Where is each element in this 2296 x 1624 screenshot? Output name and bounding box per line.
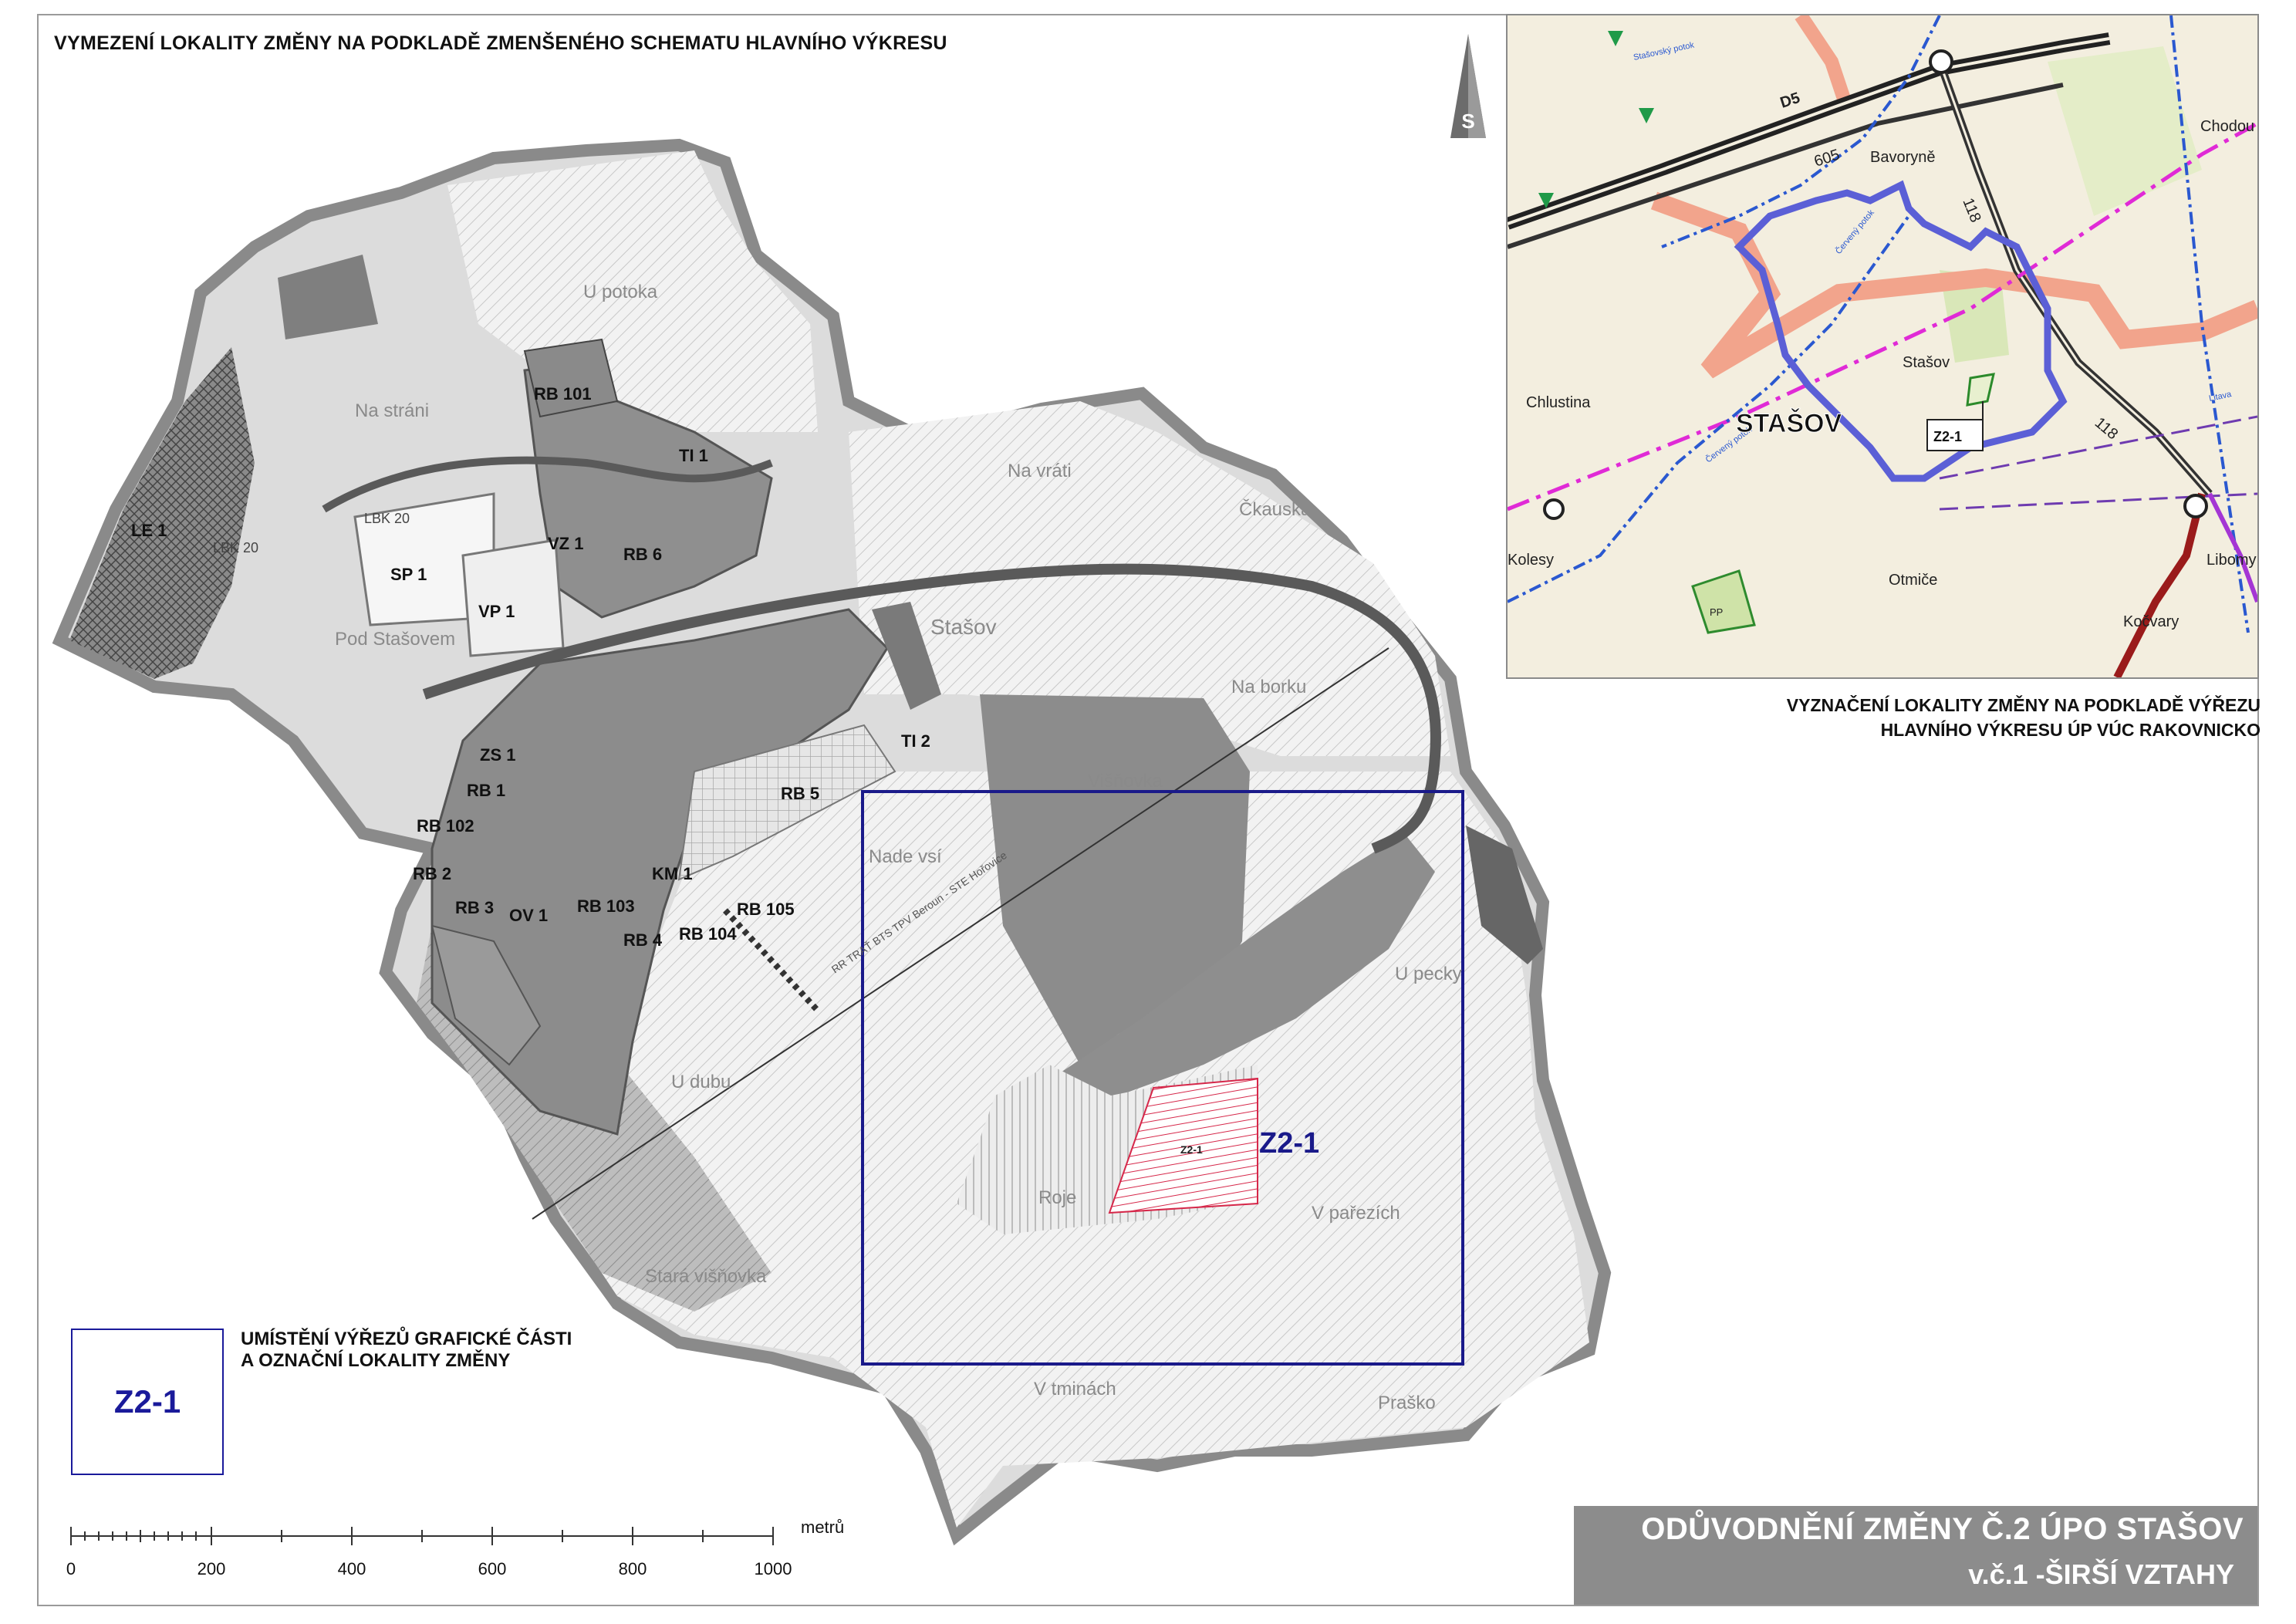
inset-caption: VYZNAČENÍ LOKALITY ZMĚNY NA PODKLADĚ VÝŘ… bbox=[1659, 693, 2261, 742]
inset-caption-line1: VYZNAČENÍ LOKALITY ZMĚNY NA PODKLADĚ VÝŘ… bbox=[1786, 695, 2261, 715]
label-lbk20a: LBK 20 bbox=[364, 511, 410, 526]
place-pod-stasovem: Pod Stašovem bbox=[335, 629, 455, 650]
label-le1: LE 1 bbox=[131, 521, 167, 540]
inset-label-z21: Z2-1 bbox=[1933, 429, 1962, 444]
inset-label-chlustina: Chlustina bbox=[1526, 394, 1591, 411]
title-line2: v.č.1 -ŠIRŠÍ VZTAHY bbox=[1968, 1558, 2234, 1590]
inset-label-bavoryne: Bavoryně bbox=[1870, 149, 1936, 166]
label-rb102: RB 102 bbox=[417, 816, 474, 836]
inset-label-chodoun: Chodou bbox=[2200, 118, 2254, 135]
scale-tick-200: 200 bbox=[198, 1559, 226, 1578]
scale-tick-0: 0 bbox=[66, 1559, 76, 1578]
title-line1: ODŮVODNĚNÍ ZMĚNY Č.2 ÚPO STAŠOV bbox=[1641, 1512, 2244, 1546]
label-rb5: RB 5 bbox=[781, 784, 819, 803]
label-lbk20b: LBK 20 bbox=[213, 540, 258, 555]
place-prasko: Praško bbox=[1378, 1393, 1436, 1413]
place-v-tminach: V tminách bbox=[1034, 1379, 1116, 1399]
place-na-borku: Na borku bbox=[1231, 677, 1306, 697]
label-vz1: VZ 1 bbox=[548, 534, 583, 553]
scale-tick-400: 400 bbox=[338, 1559, 366, 1578]
place-u-potoka: U potoka bbox=[583, 282, 658, 302]
place-v-parezich: V pařezích bbox=[1312, 1203, 1400, 1224]
label-rb3: RB 3 bbox=[455, 898, 494, 917]
inset-junction-2 bbox=[2183, 494, 2208, 518]
inset-map: D5 605 118 118 Bavoryně Chodou Chlustina… bbox=[1506, 14, 2259, 679]
label-vp1: VP 1 bbox=[478, 602, 515, 621]
inset-label-kocvary: Kočvary bbox=[2123, 613, 2179, 630]
label-km1: KM 1 bbox=[652, 864, 693, 883]
title-block: ODŮVODNĚNÍ ZMĚNY Č.2 ÚPO STAŠOV v.č.1 -Š… bbox=[1574, 1506, 2257, 1605]
place-ckauska: Čkauská bbox=[1239, 498, 1312, 520]
place-stara-visnovka: Stará višňovka bbox=[645, 1266, 767, 1287]
label-rb4: RB 4 bbox=[623, 930, 663, 950]
scale-tick-600: 600 bbox=[478, 1559, 507, 1578]
label-ti2: TI 2 bbox=[901, 731, 930, 751]
label-rb101: RB 101 bbox=[534, 384, 592, 403]
label-rb6: RB 6 bbox=[623, 545, 662, 564]
inset-label-stasov-big: STAŠOV bbox=[1736, 408, 1842, 438]
label-rb105: RB 105 bbox=[737, 900, 795, 919]
north-arrow-letter: S bbox=[1461, 110, 1474, 133]
legend-symbol-box: Z2-1 bbox=[71, 1329, 224, 1475]
label-rb1: RB 1 bbox=[467, 781, 505, 800]
north-arrow: S bbox=[1450, 34, 1486, 138]
inset-label-pp: PP bbox=[1710, 606, 1723, 618]
place-na-vrati: Na vráti bbox=[1008, 461, 1072, 481]
label-rb2: RB 2 bbox=[413, 864, 451, 883]
inset-label-libomysl: Libomy bbox=[2207, 552, 2256, 569]
legend-symbol-label: Z2-1 bbox=[113, 1383, 181, 1420]
label-z21-big: Z2-1 bbox=[1259, 1127, 1319, 1160]
scale-unit: metrů bbox=[801, 1518, 844, 1537]
label-rb103: RB 103 bbox=[577, 896, 635, 916]
label-sp1: SP 1 bbox=[390, 565, 427, 584]
inset-junction-3 bbox=[1543, 498, 1565, 520]
inset-label-otmice: Otmiče bbox=[1889, 572, 1937, 589]
scale-bar: metrů 0 200 400 600 800 1000 bbox=[66, 1518, 844, 1578]
legend-text: UMÍSTĚNÍ VÝŘEZŮ GRAFICKÉ ČÁSTI A OZNAČNÍ… bbox=[241, 1329, 572, 1372]
area-vp1 bbox=[461, 539, 565, 657]
label-rb104: RB 104 bbox=[679, 924, 737, 944]
place-roje: Roje bbox=[1038, 1187, 1076, 1208]
place-visnovka: Višňovka bbox=[1088, 771, 1163, 792]
scale-tick-1000: 1000 bbox=[755, 1559, 792, 1578]
label-ti1: TI 1 bbox=[679, 446, 708, 465]
scale-tick-800: 800 bbox=[619, 1559, 647, 1578]
label-ov1: OV 1 bbox=[509, 906, 548, 925]
inset-label-kolesy: Kolesy bbox=[1508, 552, 1554, 569]
place-u-dubu: U dubu bbox=[671, 1072, 731, 1092]
place-u-pecky: U pecky bbox=[1395, 964, 1462, 984]
inset-label-stasov-small: Stašov bbox=[1903, 354, 1950, 371]
legend-line1: UMÍSTĚNÍ VÝŘEZŮ GRAFICKÉ ČÁSTI bbox=[241, 1329, 572, 1349]
place-stasov: Stašov bbox=[930, 615, 997, 639]
place-nade-vsi: Nade vsí bbox=[869, 846, 942, 867]
place-na-strani: Na stráni bbox=[355, 400, 429, 421]
legend-line2: A OZNAČNÍ LOKALITY ZMĚNY bbox=[241, 1350, 511, 1371]
inset-junction-1 bbox=[1929, 49, 1953, 74]
inset-caption-line2: HLAVNÍHO VÝKRESU ÚP VÚC RAKOVNICKO bbox=[1880, 720, 2261, 740]
label-zs1: ZS 1 bbox=[480, 745, 515, 765]
label-z21-small: Z2-1 bbox=[1180, 1143, 1203, 1156]
